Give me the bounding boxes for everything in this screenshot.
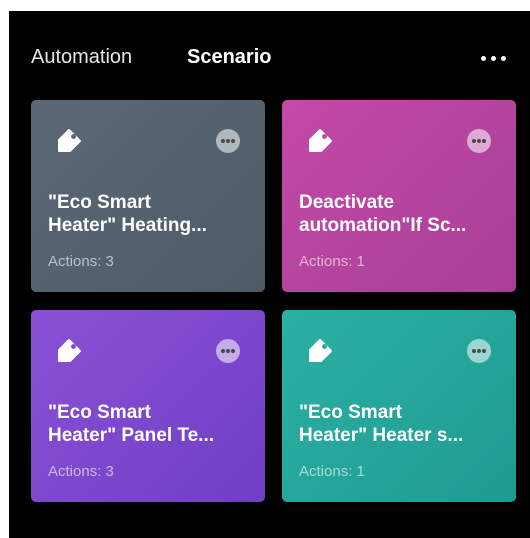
card-actions-count: Actions: 3 [48,463,114,480]
tag-icon [58,339,81,362]
card-actions-count: Actions: 1 [299,253,365,270]
scenario-card[interactable]: "Eco Smart Heater" Panel Te... Actions: … [31,310,265,502]
tab-automation[interactable]: Automation [31,44,132,70]
scenario-card[interactable]: "Eco Smart Heater" Heating... Actions: 3 [31,100,265,292]
card-title: "Eco Smart Heater" Panel Te... [48,402,214,446]
tag-icon [309,339,332,362]
tab-scenario[interactable]: Scenario [187,44,271,70]
tag-icon [309,129,332,152]
scenario-screen: Automation Scenario "Eco Smart Heater" H… [9,11,530,538]
card-title: "Eco Smart Heater" Heater s... [299,402,464,446]
card-more-button[interactable] [216,129,240,153]
card-more-button[interactable] [467,339,491,363]
card-more-button[interactable] [216,339,240,363]
header: Automation Scenario [9,11,530,101]
scenario-card[interactable]: Deactivate automation"If Sc... Actions: … [282,100,516,292]
card-more-button[interactable] [467,129,491,153]
tag-icon [58,129,81,152]
card-actions-count: Actions: 3 [48,253,114,270]
card-title: Deactivate automation"If Sc... [299,192,467,236]
card-title: "Eco Smart Heater" Heating... [48,192,207,236]
scenario-card[interactable]: "Eco Smart Heater" Heater s... Actions: … [282,310,516,502]
card-actions-count: Actions: 1 [299,463,365,480]
more-options-icon[interactable] [479,49,509,67]
